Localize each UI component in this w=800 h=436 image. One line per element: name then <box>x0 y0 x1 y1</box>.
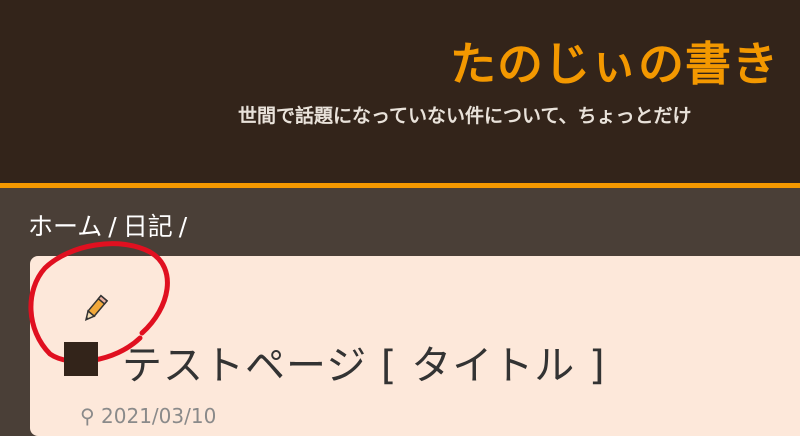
calendar-icon: ⚲ <box>80 404 102 428</box>
title-bullet-square <box>64 342 98 376</box>
site-title[interactable]: たのじぃの書き <box>450 28 779 94</box>
breadcrumb-home-link[interactable]: ホーム <box>28 212 102 241</box>
page-title: テストページ [ タイトル ] <box>122 343 606 389</box>
site-description: 世間で話題になっていない件について、ちょっとだけ <box>238 105 692 127</box>
pencil-icon[interactable] <box>80 292 110 326</box>
site-header: たのじぃの書き 世間で話題になっていない件について、ちょっとだけ <box>0 0 800 183</box>
breadcrumb-separator: / <box>178 212 188 241</box>
breadcrumb-diary-link[interactable]: 日記 <box>123 212 173 241</box>
header-divider <box>0 183 800 188</box>
breadcrumb-separator: / <box>108 212 117 241</box>
post-date-text: 2021/03/10 <box>101 404 217 428</box>
post-date: ⚲ 2021/03/10 <box>80 404 216 428</box>
breadcrumb: ホーム / 日記 / <box>28 207 193 243</box>
